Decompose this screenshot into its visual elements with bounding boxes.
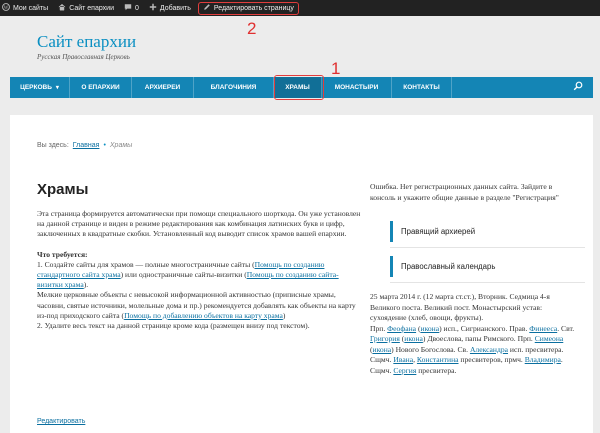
site-name-menu[interactable]: Сайт епархии bbox=[53, 0, 119, 16]
nav-item-label: О ЕПАРХИИ bbox=[81, 84, 120, 91]
saint-link[interactable]: Александра bbox=[470, 345, 508, 354]
wordpress-icon: W bbox=[2, 3, 10, 13]
svg-text:W: W bbox=[4, 6, 9, 11]
nav-item-monasteries[interactable]: МОНАСТЫРИ bbox=[322, 77, 392, 98]
search-icon[interactable] bbox=[573, 81, 583, 94]
comments-link[interactable]: 0 bbox=[119, 0, 144, 16]
chevron-down-icon: ▾ bbox=[55, 85, 59, 91]
comment-icon bbox=[124, 3, 132, 13]
nav-item-about[interactable]: О ЕПАРХИИ bbox=[70, 77, 132, 98]
nav-highlight-box bbox=[274, 75, 324, 100]
breadcrumb-current: Храмы bbox=[109, 142, 133, 149]
registration-error-text: Ошибка. Нет регистрационных данных сайта… bbox=[370, 182, 559, 202]
saint-link[interactable]: Владимира bbox=[525, 355, 561, 364]
edit-page-link[interactable]: Редактировать страницу bbox=[197, 1, 299, 15]
widget-orthodox-calendar[interactable]: Православный календарь bbox=[390, 256, 585, 277]
nav-item-bishops[interactable]: АРХИЕРЕИ bbox=[132, 77, 194, 98]
edit-link[interactable]: Редактировать bbox=[37, 418, 85, 425]
icon-link[interactable]: икона bbox=[373, 345, 392, 354]
widget-ruling-bishop[interactable]: Правящий архиерей bbox=[390, 221, 585, 242]
page-content: Эта страница формируется автоматически п… bbox=[37, 209, 362, 341]
saint-link[interactable]: Сергия bbox=[393, 366, 416, 375]
admin-bar: W Мои сайты Сайт епархии 0 Добавить Реда… bbox=[0, 0, 600, 16]
intro-paragraph: Эта страница формируется автоматически п… bbox=[37, 209, 361, 239]
step-1-paragraph: 1. Создайте сайты для храмов — полные мн… bbox=[37, 259, 356, 331]
site-description: Русская Православная Церковь bbox=[37, 53, 130, 61]
nav-item-deaneries[interactable]: БЛАГОЧИНИЯ bbox=[194, 77, 274, 98]
breadcrumb: Вы здесь: Главная • Храмы bbox=[37, 142, 132, 149]
help-map-objects-link[interactable]: Помощь по добавлению объектов на карту х… bbox=[124, 311, 283, 320]
home-icon bbox=[58, 3, 66, 13]
nav-item-label: КОНТАКТЫ bbox=[403, 84, 440, 91]
saint-link[interactable]: Григория bbox=[370, 334, 400, 343]
breadcrumb-prefix: Вы здесь: bbox=[37, 142, 69, 149]
icon-link[interactable]: икона bbox=[404, 334, 423, 343]
nav-item-label: ЦЕРКОВЬ bbox=[20, 84, 52, 91]
nav-item-contacts[interactable]: КОНТАКТЫ bbox=[392, 77, 452, 98]
widget-title: Правящий архиерей bbox=[401, 227, 476, 236]
plus-icon bbox=[149, 3, 157, 13]
nav-item-label: АРХИЕРЕИ bbox=[144, 84, 181, 91]
icon-link[interactable]: икона bbox=[421, 324, 440, 333]
saint-link[interactable]: Ивана bbox=[393, 355, 413, 364]
saint-link[interactable]: Симеона bbox=[535, 334, 564, 343]
site-name-label: Сайт епархии bbox=[69, 4, 115, 12]
breadcrumb-home-link[interactable]: Главная bbox=[73, 142, 100, 149]
breadcrumb-separator: • bbox=[103, 142, 106, 149]
saint-link[interactable]: Константина bbox=[417, 355, 459, 364]
widget-title: Православный календарь bbox=[401, 262, 496, 271]
requirements-heading: Что требуется: bbox=[37, 249, 88, 259]
annotation-marker-1: 1 bbox=[331, 59, 341, 78]
edit-page-label: Редактировать страницу bbox=[213, 4, 294, 12]
my-sites-menu[interactable]: W Мои сайты bbox=[0, 0, 53, 16]
calendar-text: 25 марта 2014 г. (12 марта ст.ст.), Втор… bbox=[370, 292, 575, 375]
widget-divider bbox=[390, 247, 585, 248]
comments-count: 0 bbox=[135, 4, 139, 12]
nav-item-label: МОНАСТЫРИ bbox=[334, 84, 379, 91]
saint-link[interactable]: Финееса bbox=[529, 324, 557, 333]
page-title: Храмы bbox=[37, 181, 89, 198]
step-2-text: 2. Удалите весь текст на данной странице… bbox=[37, 321, 310, 331]
add-new-label: Добавить bbox=[159, 4, 191, 12]
saint-link[interactable]: Феофана bbox=[387, 324, 416, 333]
add-new-menu[interactable]: Добавить bbox=[144, 0, 196, 16]
nav-item-label: БЛАГОЧИНИЯ bbox=[210, 84, 257, 91]
annotation-marker-2: 2 bbox=[247, 19, 257, 38]
nav-item-church[interactable]: ЦЕРКОВЬ ▾ bbox=[10, 77, 70, 98]
my-sites-label: Мои сайты bbox=[13, 4, 49, 12]
widget-divider bbox=[390, 282, 585, 283]
pencil-icon bbox=[203, 3, 211, 13]
site-title[interactable]: Сайт епархии bbox=[37, 32, 136, 52]
